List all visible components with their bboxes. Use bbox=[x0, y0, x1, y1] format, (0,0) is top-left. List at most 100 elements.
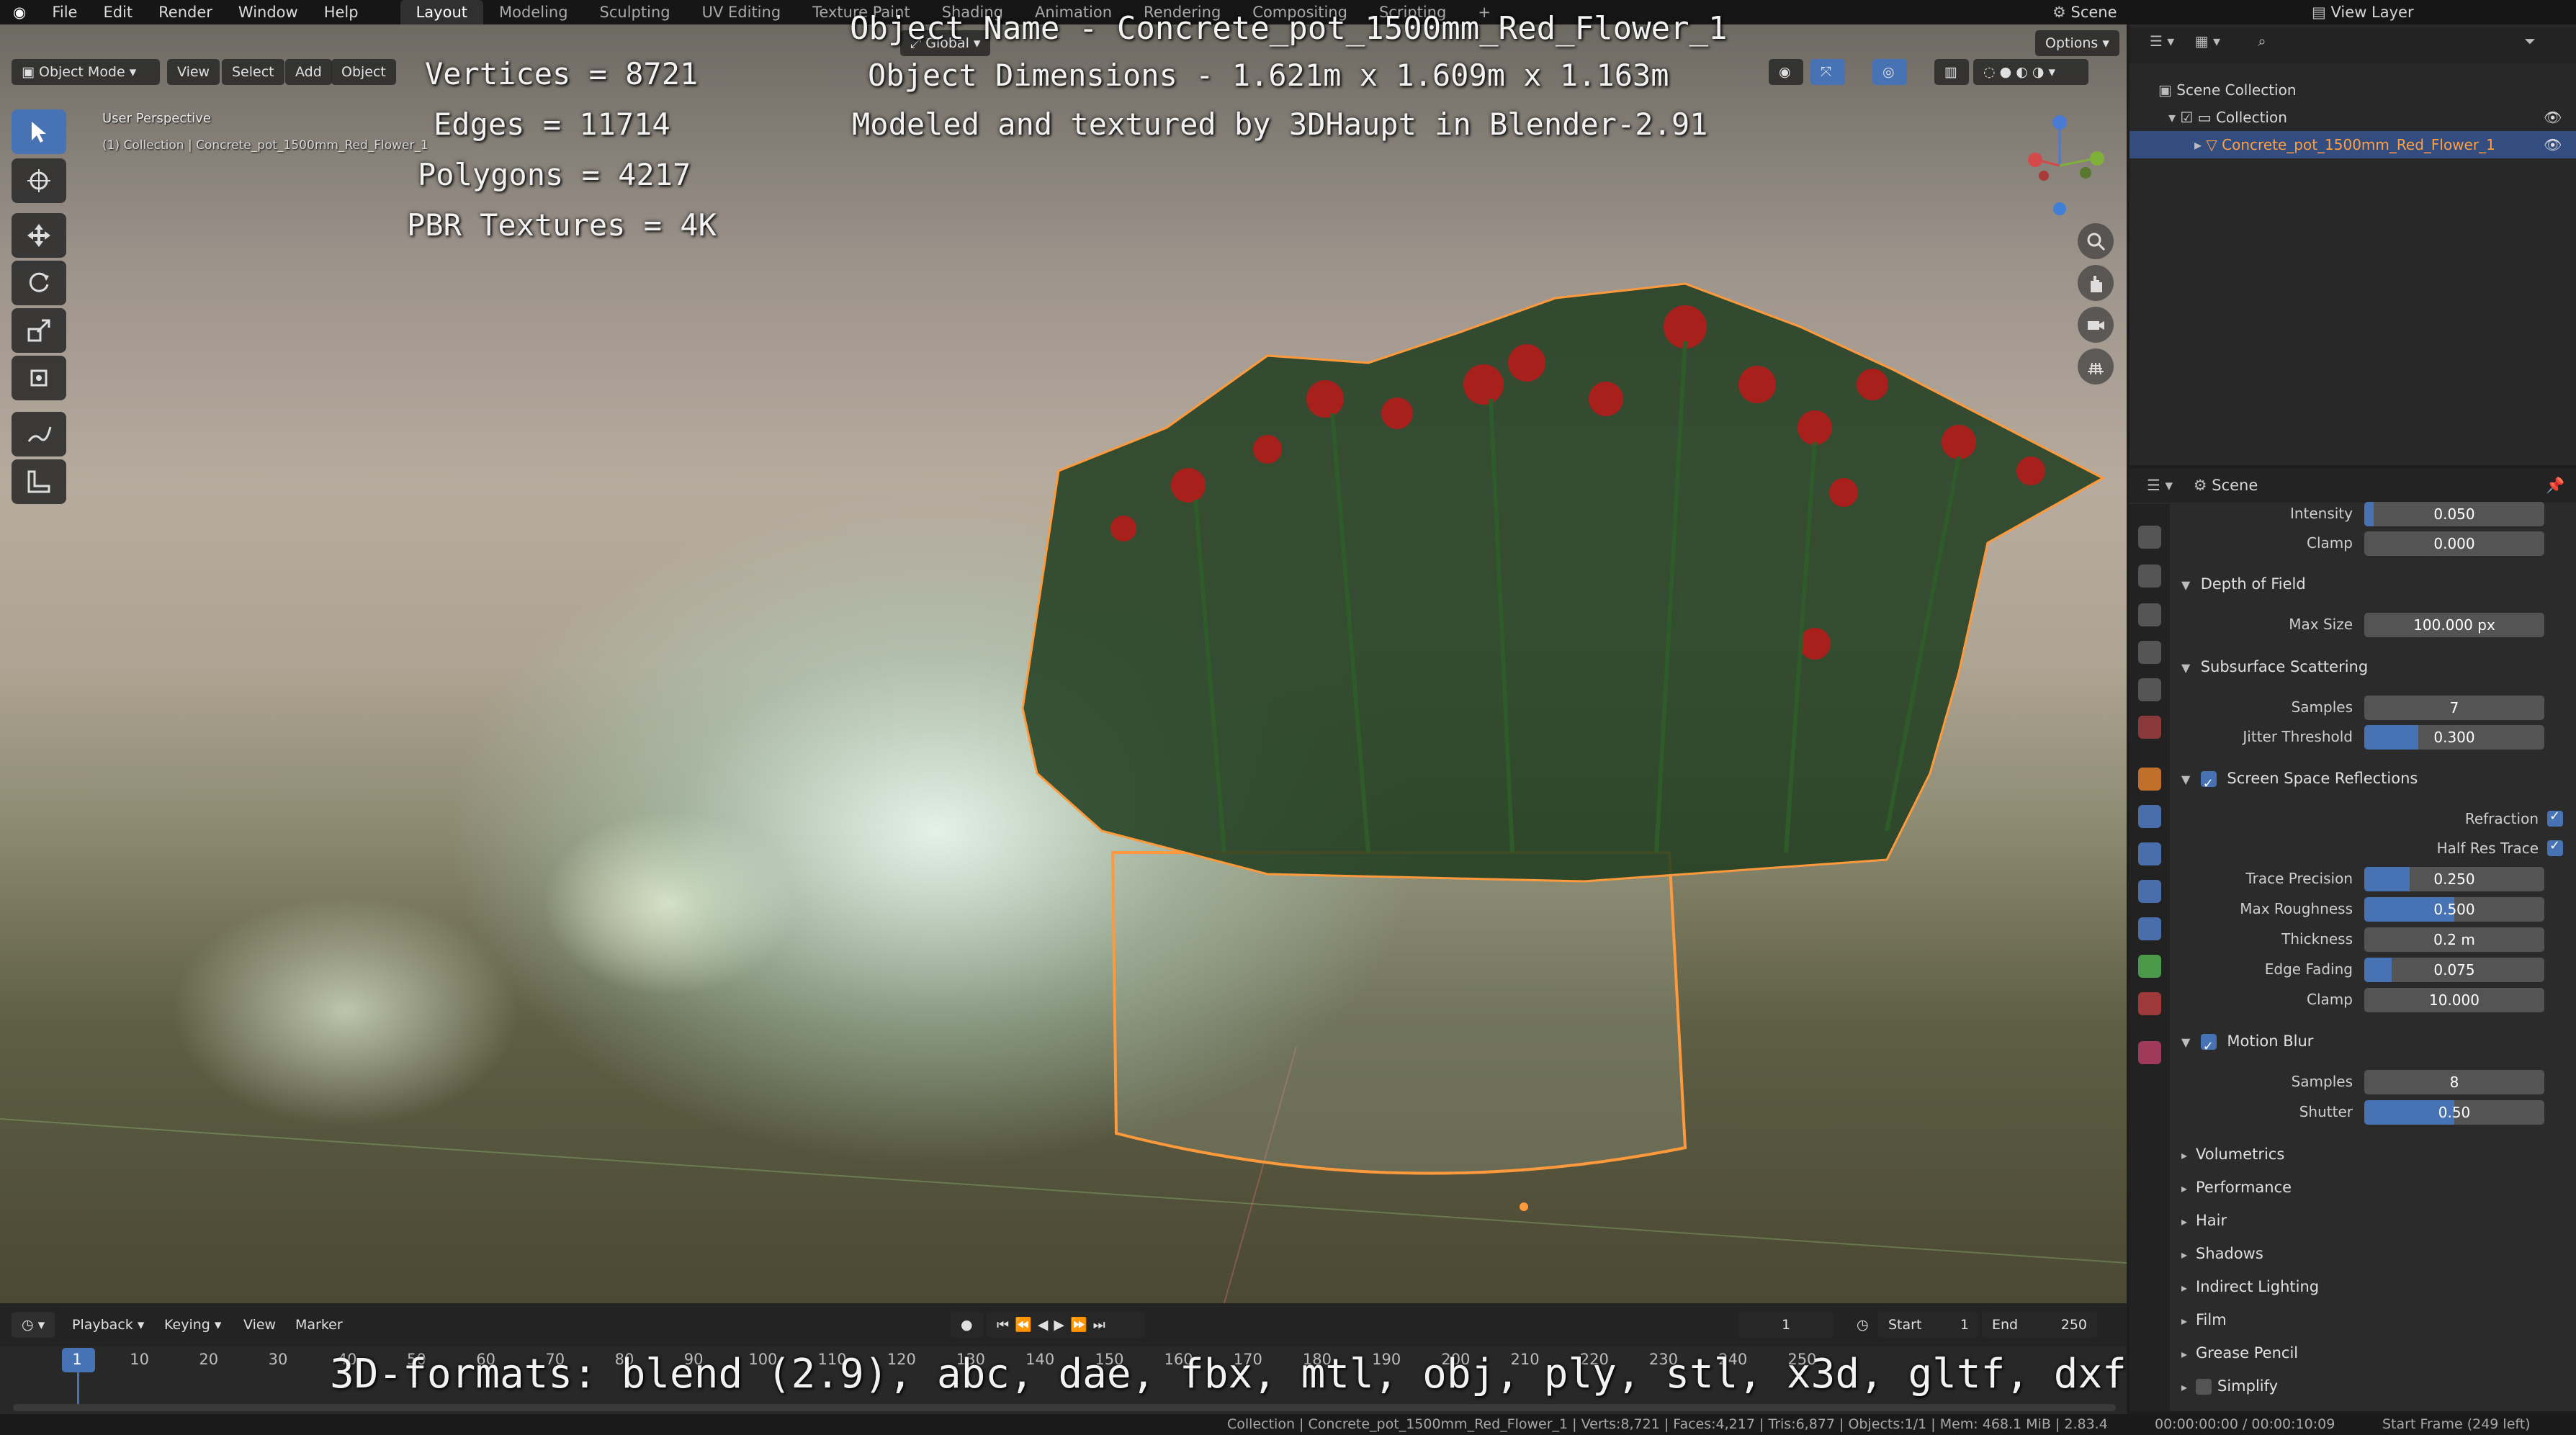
pan-hand-icon[interactable] bbox=[2078, 265, 2114, 301]
expand-arrow-icon[interactable]: ▸ bbox=[2194, 136, 2206, 153]
transform-tool[interactable] bbox=[12, 356, 66, 400]
tab-layout[interactable]: Layout bbox=[400, 0, 483, 24]
panel-performance[interactable]: ▸ Performance bbox=[2170, 1172, 2576, 1202]
panel-volumetrics[interactable]: ▸ Volumetrics bbox=[2170, 1139, 2576, 1169]
select-box-tool[interactable] bbox=[12, 109, 66, 154]
render-tab-icon[interactable] bbox=[2138, 564, 2161, 588]
prop-trace-precision[interactable]: Trace Precision 0.250 bbox=[2170, 864, 2576, 893]
3d-viewport[interactable] bbox=[0, 24, 2127, 1303]
stopwatch-icon[interactable]: ◷ bbox=[1846, 1312, 1879, 1338]
eye-icon[interactable]: 👁 bbox=[2544, 131, 2562, 158]
scene-selector[interactable]: ⚙ Scene bbox=[2052, 0, 2117, 24]
texture-tab-icon[interactable] bbox=[2138, 1041, 2161, 1064]
prop-motion-blur-samples[interactable]: Samples 8 bbox=[2170, 1067, 2576, 1096]
search-icon[interactable]: ⌕ bbox=[2258, 32, 2266, 50]
modifier-tab-icon[interactable] bbox=[2138, 805, 2161, 828]
prop-half-res-trace[interactable]: Half Res Trace bbox=[2170, 834, 2576, 863]
end-frame-field[interactable]: End 250 bbox=[1982, 1312, 2097, 1338]
max-roughness-field[interactable]: 0.500 bbox=[2364, 897, 2544, 922]
panel-hair[interactable]: ▸ Hair bbox=[2170, 1205, 2576, 1236]
measure-tool[interactable] bbox=[12, 459, 66, 504]
panel-indirect-lighting[interactable]: ▸ Indirect Lighting bbox=[2170, 1272, 2576, 1302]
prop-max-size[interactable]: Max Size 100.000 px bbox=[2170, 610, 2576, 639]
shutter-field[interactable]: 0.50 bbox=[2364, 1100, 2544, 1125]
motion-blur-checkbox[interactable] bbox=[2200, 1032, 2217, 1062]
trace-precision-field[interactable]: 0.250 bbox=[2364, 867, 2544, 891]
world-tab-icon[interactable] bbox=[2138, 716, 2161, 739]
mode-selector[interactable]: ▣ Object Mode ▾ bbox=[12, 59, 160, 85]
tab-uv-editing[interactable]: UV Editing bbox=[686, 0, 797, 24]
prop-jitter-threshold[interactable]: Jitter Threshold 0.300 bbox=[2170, 722, 2576, 751]
particles-tab-icon[interactable] bbox=[2138, 842, 2161, 865]
timeline-menu-playback[interactable]: Playback ▾ bbox=[62, 1312, 154, 1338]
outliner-object-row[interactable]: ▸ ▽ Concrete_pot_1500mm_Red_Flower_1 👁 bbox=[2130, 131, 2576, 158]
mb-samples-field[interactable]: 8 bbox=[2364, 1070, 2544, 1094]
cursor-tool[interactable] bbox=[12, 158, 66, 203]
constraints-tab-icon[interactable] bbox=[2138, 917, 2161, 940]
filter-icon[interactable]: ⏷ bbox=[2524, 27, 2536, 55]
prop-intensity[interactable]: Intensity 0.050 bbox=[2170, 499, 2576, 528]
timeline-menu-view[interactable]: View bbox=[233, 1312, 286, 1338]
outliner-collection[interactable]: ▾ ☑ ▭ Collection 👁 bbox=[2130, 104, 2576, 131]
viewport-menu-add[interactable]: Add bbox=[285, 59, 332, 85]
prop-max-roughness[interactable]: Max Roughness 0.500 bbox=[2170, 894, 2576, 923]
physics-tab-icon[interactable] bbox=[2138, 880, 2161, 903]
sss-samples-field[interactable]: 7 bbox=[2364, 696, 2544, 720]
max-size-field[interactable]: 100.000 px bbox=[2364, 613, 2544, 637]
prop-refraction[interactable]: Refraction bbox=[2170, 804, 2576, 833]
expand-arrow-icon[interactable]: ▾ bbox=[2168, 109, 2180, 126]
object-tab-icon[interactable] bbox=[2138, 768, 2161, 791]
panel-grease-pencil[interactable]: ▸ Grease Pencil bbox=[2170, 1338, 2576, 1368]
menu-render[interactable]: Render bbox=[145, 0, 225, 24]
grid-projection-icon[interactable] bbox=[2078, 348, 2114, 384]
panel-motion-blur[interactable]: ▼ Motion Blur bbox=[2170, 1026, 2576, 1062]
shading-mode-icons[interactable]: ◌ ● ◐ ◑ ▾ bbox=[1973, 59, 2088, 85]
editor-type-icon[interactable]: ☰ ▾ bbox=[2150, 32, 2174, 50]
menu-file[interactable]: File bbox=[39, 0, 90, 24]
panel-shadows[interactable]: ▸ Shadows bbox=[2170, 1238, 2576, 1269]
tool-tab-icon[interactable] bbox=[2138, 526, 2161, 549]
start-frame-field[interactable]: Start 1 bbox=[1878, 1312, 1979, 1338]
timeline-editor-type-icon[interactable]: ◷ ▾ bbox=[12, 1312, 55, 1338]
options-button[interactable]: Options ▾ bbox=[2035, 30, 2119, 56]
rotate-tool[interactable] bbox=[12, 261, 66, 305]
timeline-menu-marker[interactable]: Marker bbox=[285, 1312, 353, 1338]
annotate-tool[interactable] bbox=[12, 412, 66, 456]
viewport-menu-view[interactable]: View bbox=[167, 59, 220, 85]
prop-thickness[interactable]: Thickness 0.2 m bbox=[2170, 925, 2576, 953]
display-mode-icon[interactable]: ▦ ▾ bbox=[2195, 32, 2220, 50]
prop-clamp-top[interactable]: Clamp 0.000 bbox=[2170, 528, 2576, 557]
checkbox-icon[interactable]: ☑ bbox=[2180, 109, 2197, 126]
menu-help[interactable]: Help bbox=[311, 0, 372, 24]
panel-film[interactable]: ▸ Film bbox=[2170, 1305, 2576, 1335]
data-tab-icon[interactable] bbox=[2138, 955, 2161, 978]
panel-depth-of-field[interactable]: ▼ Depth of Field bbox=[2170, 569, 2576, 599]
panel-screen-space-reflections[interactable]: ▼ Screen Space Reflections bbox=[2170, 763, 2576, 799]
xray-toggle-icon[interactable]: ▥ bbox=[1934, 59, 1969, 85]
overlay-toggle-icon[interactable]: ◎ bbox=[1872, 59, 1907, 85]
view-layer-tab-icon[interactable] bbox=[2138, 641, 2161, 664]
material-tab-icon[interactable] bbox=[2138, 992, 2161, 1015]
timeline-scrollbar[interactable] bbox=[13, 1404, 2116, 1411]
axis-navigation-gizmo[interactable] bbox=[2002, 108, 2110, 223]
outliner-scene-collection[interactable]: ▣ Scene Collection bbox=[2130, 76, 2576, 104]
prop-ssr-clamp[interactable]: Clamp 10.000 bbox=[2170, 985, 2576, 1014]
jitter-threshold-field[interactable]: 0.300 bbox=[2364, 725, 2544, 750]
tab-modeling[interactable]: Modeling bbox=[483, 0, 584, 24]
gizmo-toggle-icon[interactable]: ⤧ bbox=[1810, 59, 1845, 85]
intensity-field[interactable]: 0.050 bbox=[2364, 502, 2544, 526]
half-res-trace-checkbox[interactable] bbox=[2547, 838, 2563, 856]
viewport-menu-select[interactable]: Select bbox=[222, 59, 284, 85]
editor-type-icon[interactable]: ☰ ▾ bbox=[2147, 477, 2173, 494]
ssr-enable-checkbox[interactable] bbox=[2200, 769, 2217, 799]
menu-window[interactable]: Window bbox=[225, 0, 311, 24]
prop-shutter[interactable]: Shutter 0.50 bbox=[2170, 1097, 2576, 1126]
view-layer-selector[interactable]: ▤ View Layer bbox=[2312, 0, 2414, 24]
prop-sss-samples[interactable]: Samples 7 bbox=[2170, 693, 2576, 721]
visibility-icon[interactable]: ◉ bbox=[1769, 59, 1803, 85]
prop-edge-fading[interactable]: Edge Fading 0.075 bbox=[2170, 955, 2576, 984]
ssr-clamp-field[interactable]: 10.000 bbox=[2364, 988, 2544, 1012]
clamp-field[interactable]: 0.000 bbox=[2364, 531, 2544, 556]
refraction-checkbox[interactable] bbox=[2547, 809, 2563, 827]
edge-fading-field[interactable]: 0.075 bbox=[2364, 958, 2544, 982]
